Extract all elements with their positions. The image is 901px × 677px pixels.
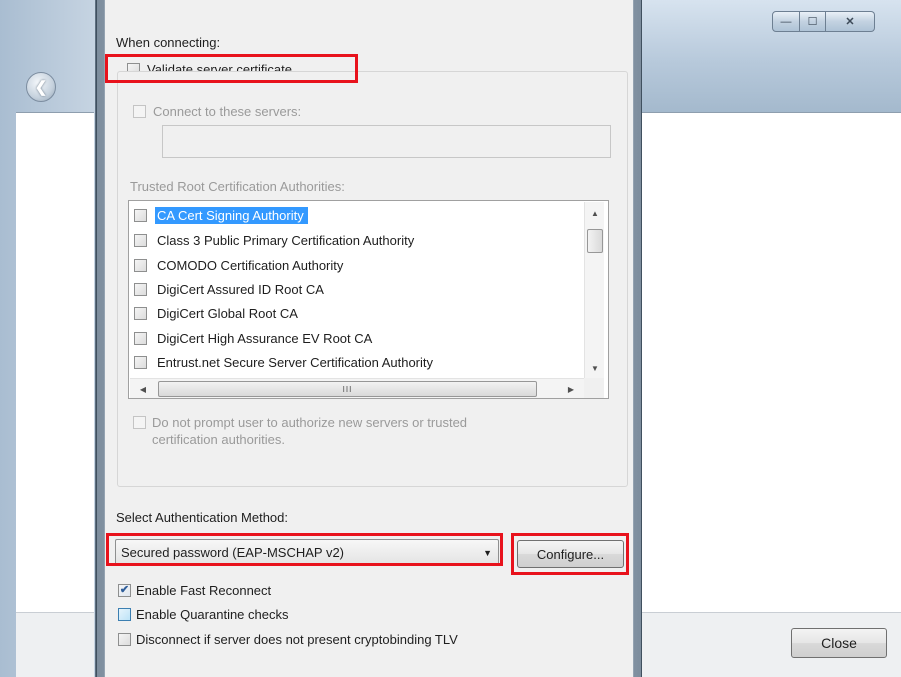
chevron-down-icon: ▼ xyxy=(483,548,492,558)
cryptobinding-checkbox[interactable] xyxy=(118,633,131,646)
list-item-label: Class 3 Public Primary Certification Aut… xyxy=(157,232,415,248)
list-item[interactable]: DigiCert Global Root CA xyxy=(134,303,580,323)
list-item-checkbox[interactable] xyxy=(134,331,147,345)
list-item-label: DigiCert High Assurance EV Root CA xyxy=(157,330,373,346)
background-left-footer xyxy=(16,612,94,677)
connect-to-servers-checkbox[interactable] xyxy=(133,105,146,118)
no-prompt-checkbox[interactable] xyxy=(133,416,146,429)
scroll-right-icon[interactable]: ▶ xyxy=(562,379,580,399)
maximize-button[interactable]: ☐ xyxy=(800,11,826,32)
checkmark-icon: ✔ xyxy=(119,584,130,596)
fast-reconnect-label: Enable Fast Reconnect xyxy=(136,583,272,598)
list-item-checkbox[interactable] xyxy=(134,258,147,272)
list-item[interactable]: COMODO Certification Authority xyxy=(134,255,580,275)
background-left-content xyxy=(16,112,94,612)
horizontal-scroll-thumb[interactable]: III xyxy=(158,381,537,397)
minimize-icon: — xyxy=(780,15,792,28)
cryptobinding-label: Disconnect if server does not present cr… xyxy=(136,632,458,647)
list-item-checkbox[interactable] xyxy=(134,282,147,296)
vertical-scroll-thumb[interactable] xyxy=(587,229,603,253)
no-prompt-label-line2: certification authorities. xyxy=(152,432,285,447)
list-item[interactable]: DigiCert High Assurance EV Root CA xyxy=(134,328,580,348)
list-item[interactable]: DigiCert Assured ID Root CA xyxy=(134,279,580,299)
no-prompt-label-line1: Do not prompt user to authorize new serv… xyxy=(152,415,468,430)
when-connecting-label: When connecting: xyxy=(116,35,221,50)
horizontal-scrollbar[interactable]: ◀ III ▶ xyxy=(130,378,584,398)
list-item-label: CA Cert Signing Authority xyxy=(155,206,308,224)
window-close-button[interactable]: ✕ xyxy=(826,11,875,32)
scroll-up-icon[interactable]: ▲ xyxy=(585,205,605,221)
quarantine-label: Enable Quarantine checks xyxy=(136,607,289,622)
list-item-checkbox[interactable] xyxy=(134,233,147,247)
trusted-roots-list[interactable]: CA Cert Signing Authority Class 3 Public… xyxy=(128,200,609,399)
auth-method-value: Secured password (EAP-MSCHAP v2) xyxy=(121,545,345,560)
list-item-label: Entrust.net Secure Server Certification … xyxy=(157,354,434,370)
vertical-scrollbar[interactable]: ▲ ▼ xyxy=(584,202,604,378)
background-right-content xyxy=(641,112,901,612)
list-item[interactable]: Class 3 Public Primary Certification Aut… xyxy=(134,230,580,250)
scroll-grip-icon: III xyxy=(342,384,353,394)
list-item-checkbox[interactable] xyxy=(134,355,147,369)
scroll-down-icon[interactable]: ▼ xyxy=(585,360,605,376)
connect-to-servers-label: Connect to these servers: xyxy=(153,104,302,119)
minimize-button[interactable]: — xyxy=(772,11,800,32)
scroll-left-icon[interactable]: ◀ xyxy=(134,379,152,399)
list-item[interactable]: CA Cert Signing Authority xyxy=(134,205,580,225)
back-arrow-icon[interactable]: ❮ xyxy=(26,72,56,102)
list-item-label: DigiCert Assured ID Root CA xyxy=(157,281,324,297)
maximize-icon: ☐ xyxy=(807,16,818,28)
list-item-label: COMODO Certification Authority xyxy=(157,257,344,273)
auth-method-dropdown[interactable]: Secured password (EAP-MSCHAP v2) ▼ xyxy=(115,539,499,565)
close-button[interactable]: Close xyxy=(791,628,887,658)
trusted-roots-label: Trusted Root Certification Authorities: xyxy=(130,179,345,194)
auth-method-label: Select Authentication Method: xyxy=(116,510,289,525)
scrollbar-corner xyxy=(584,378,604,398)
close-icon: ✕ xyxy=(845,16,855,28)
list-item-checkbox[interactable] xyxy=(134,208,147,222)
list-item[interactable]: Entrust.net Secure Server Certification … xyxy=(134,352,580,372)
window-caption-buttons: — ☐ ✕ xyxy=(772,11,875,33)
servers-input[interactable] xyxy=(162,125,611,158)
list-item-checkbox[interactable] xyxy=(134,306,147,320)
configure-button[interactable]: Configure... xyxy=(517,540,624,568)
quarantine-checkbox[interactable] xyxy=(118,608,131,621)
fast-reconnect-checkbox[interactable]: ✔ xyxy=(118,584,131,597)
list-item-label: DigiCert Global Root CA xyxy=(157,305,298,321)
